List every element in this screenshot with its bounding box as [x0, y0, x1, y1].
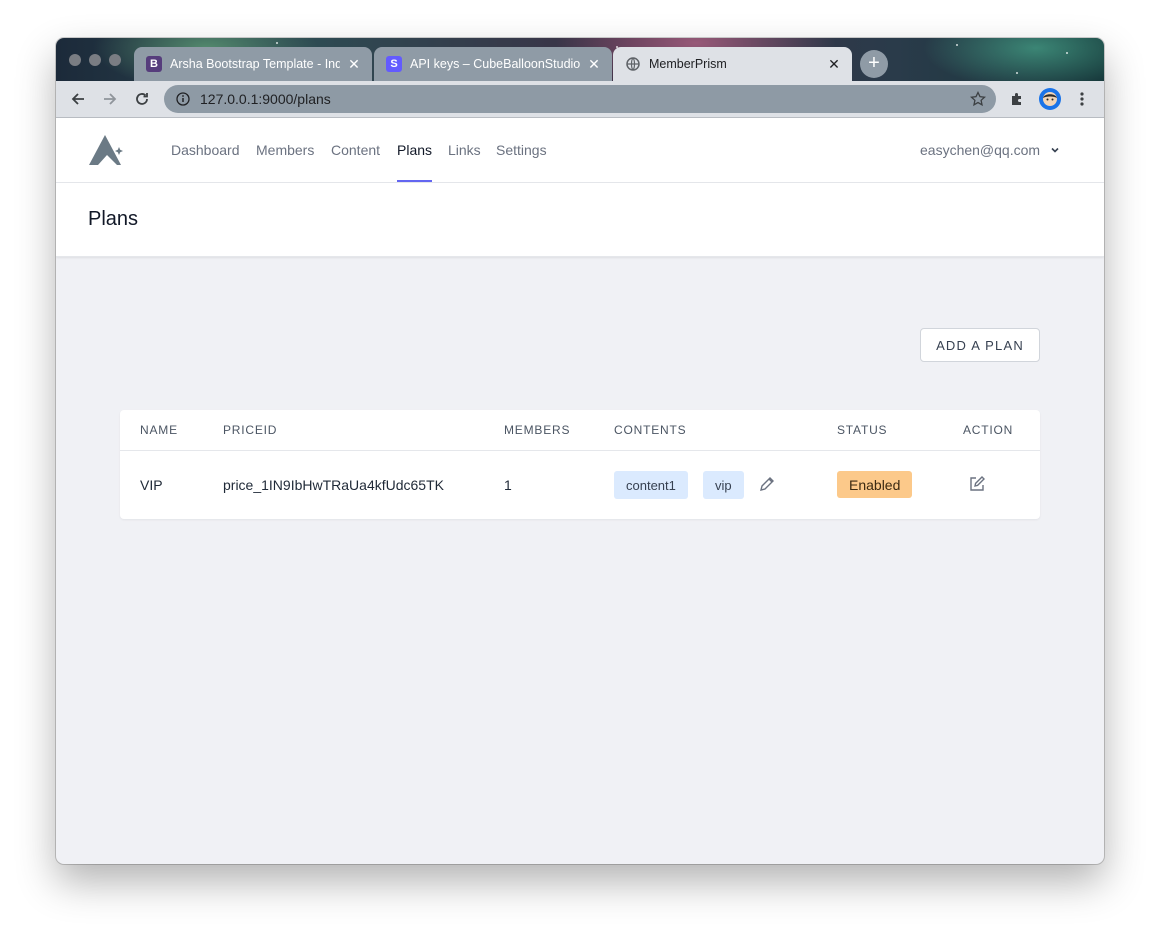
plan-name: VIP: [140, 477, 163, 493]
profile-avatar[interactable]: [1039, 88, 1061, 110]
plans-table: NAME PRICEID MEMBERS CONTENTS STATUS ACT…: [120, 410, 1040, 519]
new-tab-button[interactable]: +: [860, 50, 888, 78]
back-icon[interactable]: [68, 89, 88, 109]
header-name: NAME: [140, 423, 178, 437]
header-contents: CONTENTS: [614, 423, 687, 437]
chevron-down-icon: [1050, 145, 1060, 155]
header-status: STATUS: [837, 423, 888, 437]
edit-plan-icon[interactable]: [968, 475, 986, 498]
chrome-menu-icon[interactable]: [1072, 89, 1092, 109]
edit-contents-pencil-icon[interactable]: [758, 475, 776, 498]
close-tab-icon[interactable]: ✕: [826, 56, 842, 73]
nav-content[interactable]: Content: [331, 118, 380, 182]
logo-icon[interactable]: [88, 134, 126, 173]
url-text: 127.0.0.1:9000/plans: [200, 91, 331, 107]
tab-title: MemberPrism: [649, 57, 727, 71]
reload-icon[interactable]: [132, 89, 152, 109]
user-email: easychen@qq.com: [920, 142, 1041, 158]
plan-price-id: price_1IN9IbHwTRaUa4kfUdc65TK: [223, 477, 444, 493]
maximize-window-button[interactable]: [109, 54, 121, 66]
tab-api-keys[interactable]: S API keys – CubeBalloonStudio ✕: [374, 47, 612, 81]
header-priceid: PRICEID: [223, 423, 278, 437]
globe-icon: [625, 56, 641, 72]
close-tab-icon[interactable]: ✕: [586, 56, 602, 73]
close-window-button[interactable]: [69, 54, 81, 66]
nav-links[interactable]: Links: [448, 118, 481, 182]
bookmark-star-icon[interactable]: [970, 90, 986, 110]
browser-toolbar: 127.0.0.1:9000/plans: [56, 81, 1104, 118]
nav-settings[interactable]: Settings: [496, 118, 547, 182]
content-tag[interactable]: vip: [703, 471, 744, 499]
status-badge: Enabled: [837, 471, 913, 498]
tab-strip: B Arsha Bootstrap Template - Index ✕ S A…: [56, 38, 1104, 81]
nav-members[interactable]: Members: [256, 118, 314, 182]
plan-members-count: 1: [504, 477, 512, 493]
close-tab-icon[interactable]: ✕: [346, 56, 362, 73]
header-members: MEMBERS: [504, 423, 571, 437]
header-divider: [120, 450, 1040, 451]
extensions-icon[interactable]: [1007, 89, 1027, 109]
stripe-favicon-icon: S: [386, 56, 402, 72]
content-tag[interactable]: content1: [614, 471, 688, 499]
add-plan-button[interactable]: ADD A PLAN: [920, 328, 1040, 362]
nav-plans[interactable]: Plans: [397, 118, 433, 182]
address-bar[interactable]: 127.0.0.1:9000/plans: [164, 85, 996, 113]
app-navbar: Dashboard Members Content Plans Links Se…: [56, 118, 1104, 183]
user-menu[interactable]: easychen@qq.com: [920, 118, 1060, 182]
page-header: Plans: [56, 183, 1104, 257]
header-action: ACTION: [963, 423, 1014, 437]
tab-title: Arsha Bootstrap Template - Index: [170, 57, 340, 71]
bootstrap-favicon-icon: B: [146, 56, 162, 72]
page-title: Plans: [88, 208, 139, 230]
forward-icon[interactable]: [100, 89, 120, 109]
tab-arsha[interactable]: B Arsha Bootstrap Template - Index ✕: [134, 47, 372, 81]
info-icon[interactable]: [176, 92, 190, 106]
tab-title: API keys – CubeBalloonStudio: [410, 57, 580, 71]
minimize-window-button[interactable]: [89, 54, 101, 66]
tab-memberprism[interactable]: MemberPrism ✕: [613, 47, 852, 81]
nav-dashboard[interactable]: Dashboard: [171, 118, 240, 182]
browser-window: B Arsha Bootstrap Template - Index ✕ S A…: [56, 38, 1104, 864]
